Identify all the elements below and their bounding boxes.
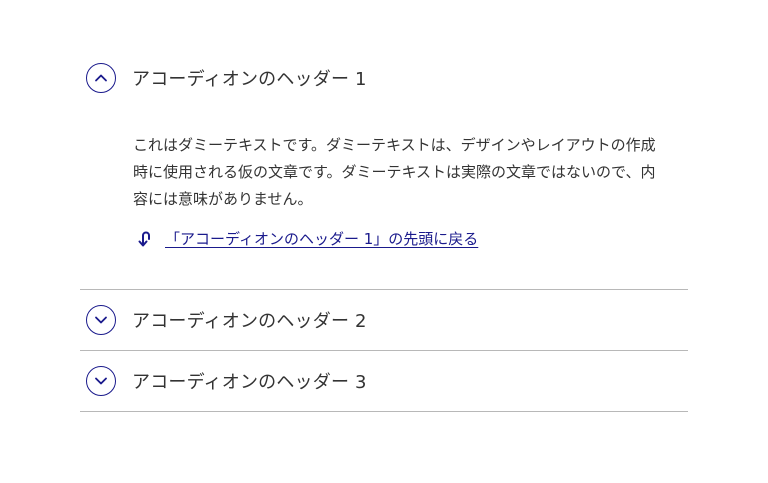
accordion-header-3[interactable]: アコーディオンのヘッダー 3 xyxy=(80,351,688,411)
accordion-item-3: アコーディオンのヘッダー 3 xyxy=(80,351,688,412)
back-to-top-row: 「アコーディオンのヘッダー 1」の先頭に戻る xyxy=(133,228,688,249)
accordion-item-2: アコーディオンのヘッダー 2 xyxy=(80,290,688,351)
accordion-item-1: アコーディオンのヘッダー 1 これはダミーテキストです。ダミーテキストは、デザイ… xyxy=(80,48,688,290)
accordion-header-1[interactable]: アコーディオンのヘッダー 1 xyxy=(80,48,688,108)
back-to-header-link[interactable]: 「アコーディオンのヘッダー 1」の先頭に戻る xyxy=(165,228,478,249)
accordion: アコーディオンのヘッダー 1 これはダミーテキストです。ダミーテキストは、デザイ… xyxy=(80,48,688,412)
return-arrow-icon xyxy=(135,229,155,249)
accordion-header-title: アコーディオンのヘッダー 3 xyxy=(132,372,367,393)
accordion-header-title: アコーディオンのヘッダー 1 xyxy=(132,69,367,90)
chevron-up-icon[interactable] xyxy=(86,63,116,93)
panel-body-text: これはダミーテキストです。ダミーテキストは、デザインやレイアウトの作成時に使用さ… xyxy=(133,136,656,208)
accordion-header-title: アコーディオンのヘッダー 2 xyxy=(132,311,367,332)
chevron-down-icon[interactable] xyxy=(86,305,116,335)
accordion-panel-1: これはダミーテキストです。ダミーテキストは、デザインやレイアウトの作成時に使用さ… xyxy=(80,108,688,289)
accordion-header-2[interactable]: アコーディオンのヘッダー 2 xyxy=(80,290,688,350)
chevron-down-icon[interactable] xyxy=(86,366,116,396)
